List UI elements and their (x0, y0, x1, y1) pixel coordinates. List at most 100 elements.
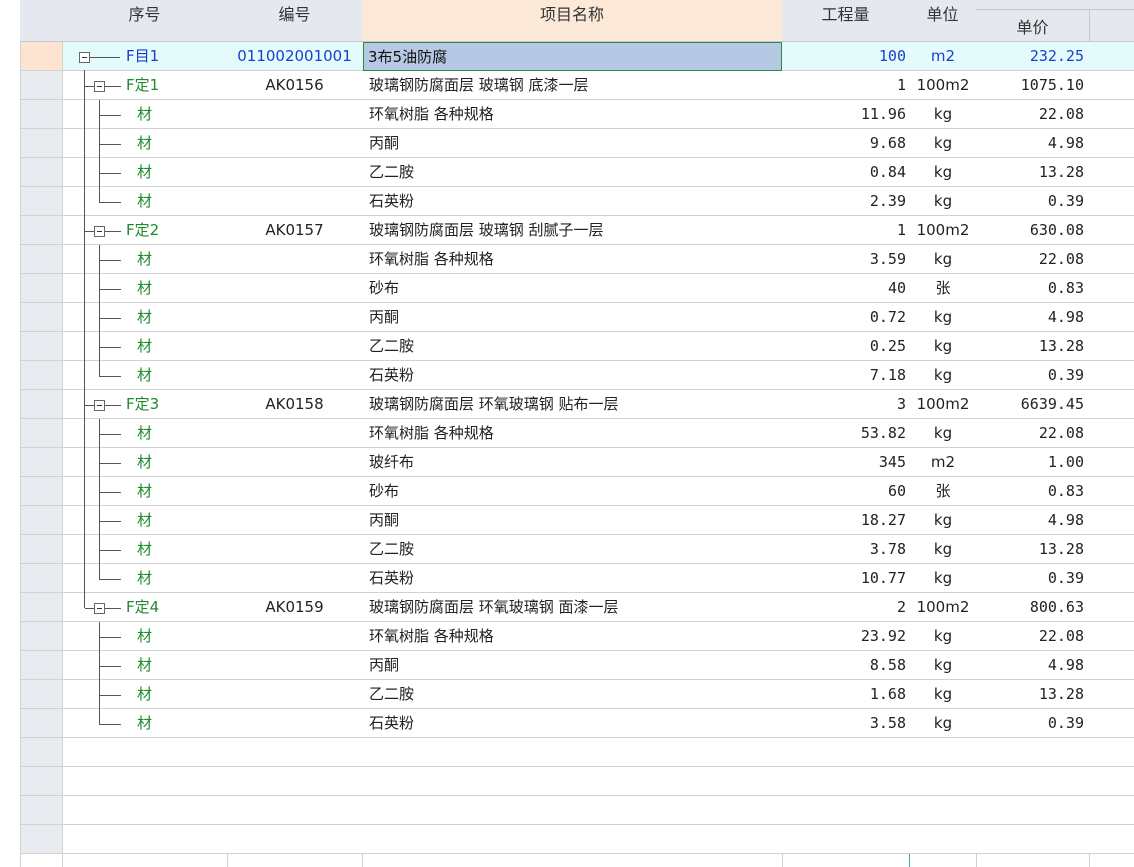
table-row[interactable] (63, 767, 1134, 796)
cell-seq[interactable]: 材 (137, 506, 227, 535)
cell-name[interactable]: 丙酮 (363, 651, 782, 680)
row-header[interactable] (21, 71, 62, 100)
cell-name[interactable]: 丙酮 (363, 506, 782, 535)
row-header[interactable] (21, 129, 62, 158)
cell-seq[interactable]: 材 (137, 245, 227, 274)
row-header[interactable] (21, 361, 62, 390)
cell-price[interactable]: 4.98 (977, 303, 1084, 332)
row-header[interactable] (21, 390, 62, 419)
cell-seq[interactable]: 材 (137, 419, 227, 448)
header-code[interactable]: 编号 (227, 0, 362, 42)
cell-code[interactable] (227, 100, 362, 129)
cell-qty[interactable]: 40 (782, 274, 906, 303)
cell-seq[interactable]: 材 (137, 622, 227, 651)
cell-price[interactable]: 232.25 (977, 42, 1084, 71)
cell-name[interactable]: 玻璃钢防腐面层 环氧玻璃钢 面漆一层 (363, 593, 782, 622)
header-seq[interactable]: 序号 (62, 0, 227, 42)
cell-qty[interactable]: 3.58 (782, 709, 906, 738)
row-header[interactable] (21, 42, 62, 71)
cell-seq[interactable]: 材 (137, 709, 227, 738)
cell-seq[interactable]: F定2 (126, 216, 227, 245)
cell-unit[interactable]: 100m2 (910, 390, 976, 419)
row-header[interactable] (21, 651, 62, 680)
cell-code[interactable]: 011002001001 (227, 42, 362, 71)
collapse-toggle[interactable] (94, 226, 105, 237)
row-header[interactable] (21, 593, 62, 622)
cell-price[interactable]: 1075.10 (977, 71, 1084, 100)
cell-unit[interactable]: 张 (910, 274, 976, 303)
cell-qty[interactable]: 23.92 (782, 622, 906, 651)
cell-name[interactable]: 玻纤布 (363, 448, 782, 477)
cell-qty[interactable]: 18.27 (782, 506, 906, 535)
row-header[interactable] (21, 158, 62, 187)
cell-qty[interactable]: 1 (782, 71, 906, 100)
cell-code[interactable] (227, 680, 362, 709)
row-header[interactable] (21, 216, 62, 245)
cell-price[interactable]: 13.28 (977, 680, 1084, 709)
cell-code[interactable] (227, 245, 362, 274)
cell-seq[interactable]: 材 (137, 361, 227, 390)
cell-price[interactable]: 22.08 (977, 622, 1084, 651)
cell-qty[interactable]: 3.59 (782, 245, 906, 274)
cell-seq[interactable]: 材 (137, 448, 227, 477)
cell-name[interactable]: 环氧树脂 各种规格 (363, 245, 782, 274)
cell-name[interactable]: 环氧树脂 各种规格 (363, 419, 782, 448)
cell-qty[interactable]: 0.84 (782, 158, 906, 187)
cell-name[interactable]: 乙二胺 (363, 680, 782, 709)
cell-price[interactable]: 4.98 (977, 506, 1084, 535)
cell-unit[interactable]: 100m2 (910, 216, 976, 245)
cell-qty[interactable]: 10.77 (782, 564, 906, 593)
row-header[interactable] (21, 680, 62, 709)
header-price-label[interactable]: 单价 (976, 14, 1089, 38)
cell-unit[interactable]: kg (910, 332, 976, 361)
cell-qty[interactable]: 1 (782, 216, 906, 245)
row-header[interactable] (21, 738, 62, 767)
cell-seq[interactable]: F定1 (126, 71, 227, 100)
cell-price[interactable]: 0.83 (977, 274, 1084, 303)
cell-name[interactable]: 环氧树脂 各种规格 (363, 100, 782, 129)
collapse-toggle[interactable] (94, 81, 105, 92)
cell-seq[interactable]: 材 (137, 651, 227, 680)
cell-seq[interactable]: 材 (137, 303, 227, 332)
row-header[interactable] (21, 825, 62, 854)
collapse-toggle[interactable] (94, 603, 105, 614)
header-unit[interactable]: 单位 (909, 0, 976, 42)
cell-seq[interactable]: 材 (137, 535, 227, 564)
table-row[interactable] (63, 738, 1134, 767)
cell-seq[interactable]: 材 (137, 680, 227, 709)
cell-code[interactable] (227, 564, 362, 593)
cell-seq[interactable]: 材 (137, 274, 227, 303)
cell-unit[interactable]: m2 (910, 42, 976, 71)
cell-code[interactable] (227, 332, 362, 361)
cell-price[interactable]: 1.00 (977, 448, 1084, 477)
cell-qty[interactable]: 345 (782, 448, 906, 477)
cell-unit[interactable]: kg (910, 158, 976, 187)
row-header[interactable] (21, 767, 62, 796)
cell-qty[interactable]: 11.96 (782, 100, 906, 129)
row-header[interactable] (21, 419, 62, 448)
collapse-toggle[interactable] (94, 400, 105, 411)
cell-code[interactable] (227, 129, 362, 158)
cell-price[interactable]: 22.08 (977, 419, 1084, 448)
cell-qty[interactable]: 1.68 (782, 680, 906, 709)
cell-code[interactable] (227, 419, 362, 448)
cell-name[interactable]: 3布5油防腐 (363, 42, 782, 71)
cell-qty[interactable]: 3.78 (782, 535, 906, 564)
cell-seq[interactable]: 材 (137, 129, 227, 158)
cell-seq[interactable]: 材 (137, 332, 227, 361)
cell-qty[interactable]: 8.58 (782, 651, 906, 680)
cell-name[interactable]: 石英粉 (363, 361, 782, 390)
cell-name[interactable]: 丙酮 (363, 303, 782, 332)
row-header[interactable] (21, 274, 62, 303)
cell-unit[interactable]: 张 (910, 477, 976, 506)
row-header[interactable] (21, 564, 62, 593)
cell-price[interactable]: 13.28 (977, 332, 1084, 361)
cell-unit[interactable]: kg (910, 564, 976, 593)
row-header[interactable] (21, 303, 62, 332)
cell-price[interactable]: 6639.45 (977, 390, 1084, 419)
cell-unit[interactable]: kg (910, 419, 976, 448)
cell-code[interactable]: AK0159 (227, 593, 362, 622)
cell-unit[interactable]: kg (910, 303, 976, 332)
cell-code[interactable] (227, 506, 362, 535)
cell-unit[interactable]: kg (910, 100, 976, 129)
